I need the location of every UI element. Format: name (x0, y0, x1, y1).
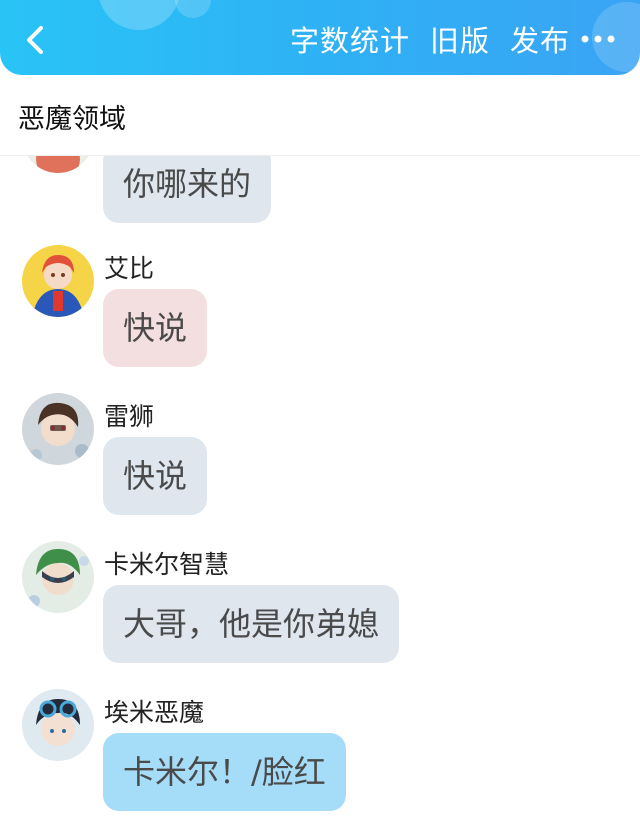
sender-name: 雷狮 (104, 402, 155, 431)
header-actions: 字数统计 旧版 发布 (290, 20, 570, 62)
top-bar: 字数统计 旧版 发布 (0, 0, 640, 75)
more-button[interactable] (578, 24, 618, 54)
chat-area[interactable]: 你哪来的 艾比 快说 雷狮 快说 卡米尔智慧 大哥，他是你弟媳 埃米恶魔 卡米尔… (0, 75, 640, 835)
more-dots-icon (581, 35, 615, 43)
avatar-image (22, 541, 94, 613)
avatar-image (22, 689, 94, 761)
back-button[interactable] (18, 22, 54, 58)
page-title: 恶魔领域 (18, 104, 126, 135)
message-bubble[interactable]: 卡米尔！/脸红 (103, 733, 346, 811)
chevron-left-icon (27, 26, 43, 54)
sender-name: 埃米恶魔 (104, 698, 205, 727)
document-title-bar: 恶魔领域 (0, 75, 640, 156)
avatar[interactable] (22, 541, 94, 613)
avatar[interactable] (22, 689, 94, 761)
message-bubble[interactable]: 你哪来的 (103, 145, 272, 223)
sender-name: 卡米尔智慧 (104, 550, 230, 579)
word-count-button[interactable]: 字数统计 (290, 20, 410, 62)
message-bubble[interactable]: 快说 (103, 289, 208, 367)
decor-circle (98, 0, 180, 30)
avatar[interactable] (22, 393, 94, 465)
sender-name: 艾比 (104, 254, 155, 283)
message-bubble[interactable]: 快说 (103, 437, 208, 515)
decor-circle (175, 0, 211, 18)
old-version-button[interactable]: 旧版 (430, 20, 490, 62)
publish-button[interactable]: 发布 (510, 20, 570, 62)
avatar-image (22, 393, 94, 465)
message-bubble[interactable]: 大哥，他是你弟媳 (103, 585, 400, 663)
avatar-image (22, 245, 94, 317)
avatar[interactable] (22, 245, 94, 317)
